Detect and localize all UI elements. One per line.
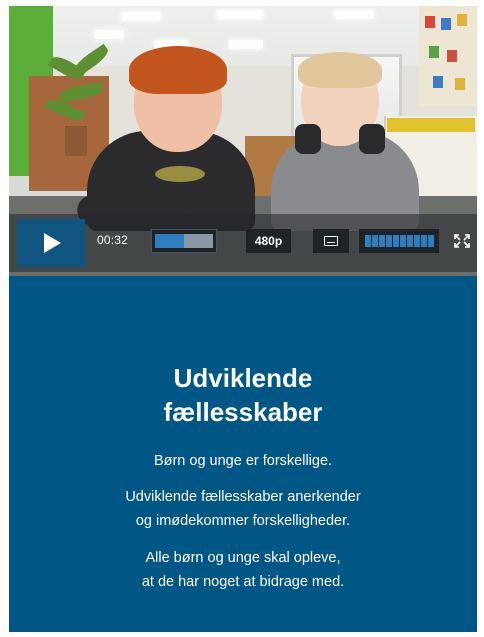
content-card: 00:32 480p Udviklende fællesskaber Børn …	[9, 6, 477, 632]
poster	[441, 18, 451, 30]
ceiling-light	[217, 10, 263, 19]
paragraph-line: at de har noget at bidrage med.	[141, 574, 345, 590]
ceiling-light	[229, 40, 263, 49]
volume-level-bar	[393, 235, 399, 247]
play-icon	[44, 233, 61, 253]
fullscreen-icon	[454, 234, 470, 248]
paragraph-line: Alle børn og unge skal opleve,	[145, 550, 341, 566]
shirt-logo	[155, 166, 205, 182]
plant-pot	[65, 126, 87, 156]
child-right-hand	[359, 124, 385, 154]
child-right-hair	[298, 52, 382, 88]
volume-level-bar	[365, 235, 371, 247]
captions-icon-line	[327, 242, 335, 243]
paragraph-communities: Udviklende fællesskaber anerkender og im…	[9, 485, 477, 533]
poster	[447, 50, 457, 62]
paragraph-line: Udviklende fællesskaber anerkender	[125, 489, 361, 505]
title-line-1: Udviklende	[173, 363, 313, 393]
poster	[433, 76, 443, 88]
video-frame-books	[387, 118, 475, 132]
video-time: 00:32	[97, 233, 129, 247]
poster	[455, 78, 465, 90]
progress-bar[interactable]	[151, 229, 217, 253]
ceiling-light	[334, 10, 374, 19]
video-frame-bulletin-board	[419, 6, 477, 106]
volume-level-bar	[407, 235, 413, 247]
paragraph-contribution: Alle børn og unge skal opleve, at de har…	[9, 546, 477, 594]
captions-button[interactable]	[313, 229, 349, 253]
volume-level-bar	[379, 235, 385, 247]
progress-played	[155, 234, 184, 248]
title-line-2: fællesskaber	[163, 397, 323, 427]
child-left-hair	[129, 46, 227, 94]
volume-level-bar	[372, 235, 378, 247]
progress-remaining	[184, 234, 213, 248]
volume-level-bar	[400, 235, 406, 247]
play-button[interactable]	[17, 219, 85, 267]
volume-level-bar	[414, 235, 420, 247]
ceiling-light	[121, 12, 161, 21]
child-right-hand	[295, 124, 321, 154]
volume-level-bar	[386, 235, 392, 247]
video-player[interactable]: 00:32 480p	[9, 6, 477, 276]
captions-icon	[324, 236, 338, 246]
poster	[429, 46, 439, 58]
paragraph-line: og imødekommer forskelligheder.	[135, 513, 351, 529]
paragraph-line: Børn og unge er forskellige.	[153, 453, 333, 469]
volume-level-bar	[421, 235, 427, 247]
paragraph-diversity: Børn og unge er forskellige.	[9, 449, 477, 473]
ceiling-light	[94, 30, 124, 39]
volume-level-bar	[428, 235, 434, 247]
fullscreen-button[interactable]	[452, 229, 472, 253]
volume-slider[interactable]	[359, 229, 439, 253]
video-control-bar: 00:32 480p	[9, 214, 477, 272]
quality-button[interactable]: 480p	[246, 229, 291, 253]
poster	[457, 14, 467, 26]
poster	[425, 16, 435, 28]
